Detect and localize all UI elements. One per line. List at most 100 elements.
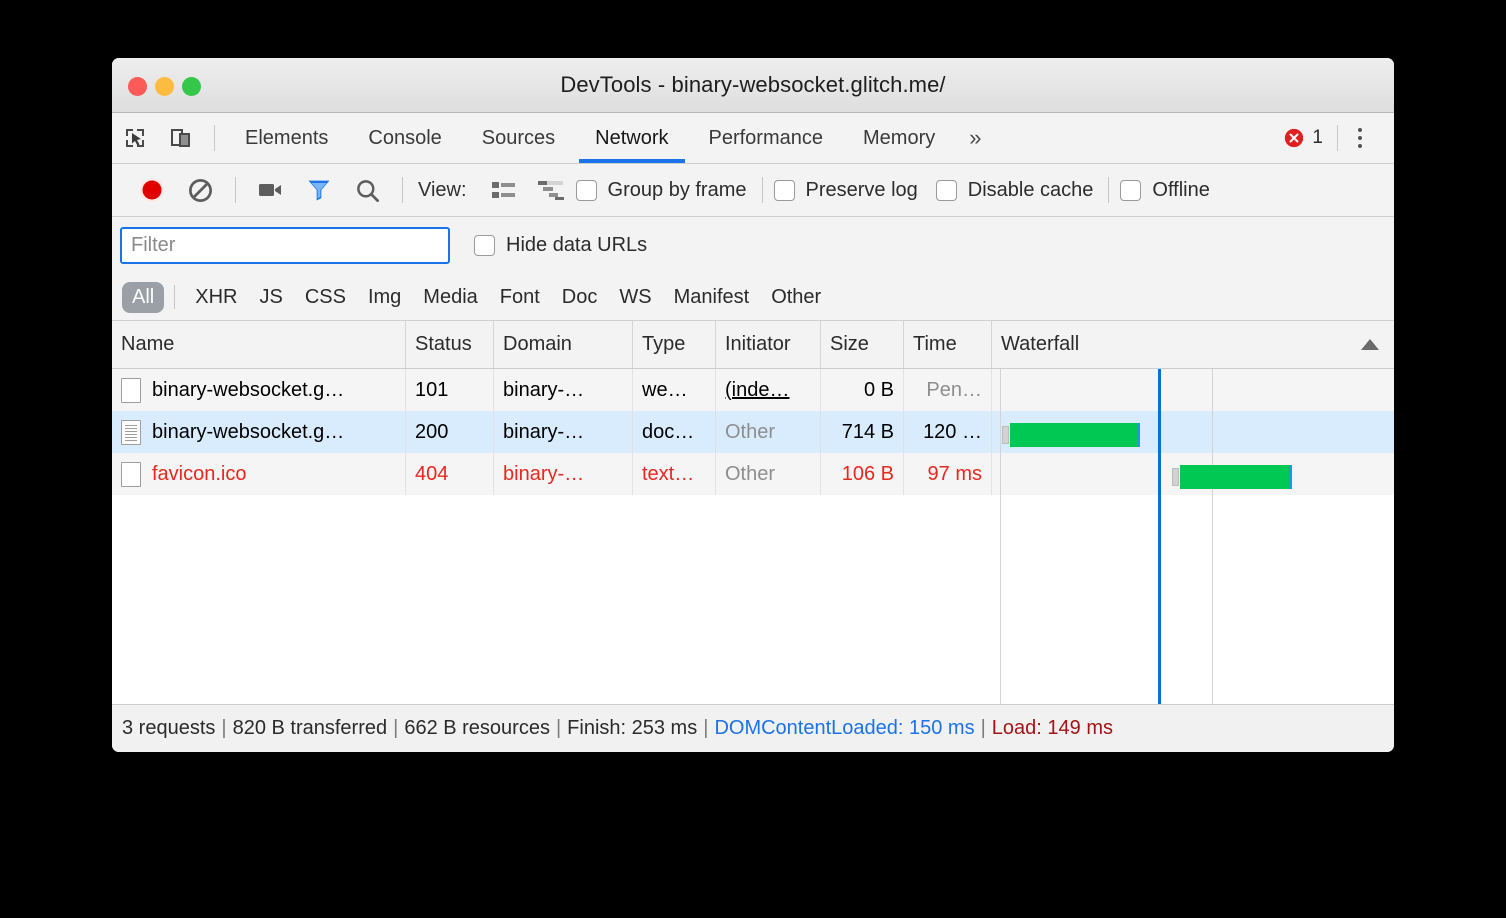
cell-name[interactable]: binary-websocket.g…	[112, 369, 406, 411]
type-filter-xhr[interactable]: XHR	[185, 282, 247, 313]
summary-resources: 662 B resources	[404, 717, 550, 740]
type-filter-font[interactable]: Font	[490, 282, 550, 313]
column-header-size[interactable]: Size	[821, 321, 904, 368]
column-header-status[interactable]: Status	[406, 321, 494, 368]
hide-data-urls-label: Hide data URLs	[506, 234, 647, 257]
column-header-domain[interactable]: Domain	[494, 321, 633, 368]
error-badge[interactable]: 1	[1283, 127, 1337, 149]
type-filter-css[interactable]: CSS	[295, 282, 356, 313]
cell-name[interactable]: binary-websocket.g…	[112, 411, 406, 453]
waterfall-view-icon[interactable]	[528, 179, 576, 201]
filter-funnel-icon[interactable]	[295, 176, 343, 204]
table-row[interactable]: favicon.ico 404 binary-… text… Other 106…	[112, 453, 1394, 495]
cell-size: 106 B	[821, 453, 904, 495]
type-filter-manifest[interactable]: Manifest	[664, 282, 760, 313]
column-header-time[interactable]: Time	[904, 321, 992, 368]
filter-bar: Hide data URLs	[112, 217, 1394, 274]
column-header-waterfall[interactable]: Waterfall	[992, 321, 1394, 368]
screenshot-camera-icon[interactable]	[247, 177, 295, 203]
cell-initiator: Other	[716, 453, 821, 495]
network-summary-bar: 3 requests | 820 B transferred | 662 B r…	[112, 704, 1394, 752]
cell-time: 120 …	[904, 411, 992, 453]
cell-initiator: Other	[716, 411, 821, 453]
hide-data-urls-checkbox-row[interactable]: Hide data URLs	[474, 234, 647, 257]
column-header-name[interactable]: Name	[112, 321, 406, 368]
cell-waterfall	[992, 369, 1394, 411]
cell-domain: binary-…	[494, 453, 633, 495]
tabbar-right-controls: 1	[1283, 113, 1394, 163]
disable-cache-checkbox-row[interactable]: Disable cache	[936, 179, 1094, 202]
search-icon[interactable]	[343, 177, 391, 204]
summary-separator: |	[387, 717, 404, 740]
device-toolbar-icon[interactable]	[158, 113, 204, 163]
summary-finish: Finish: 253 ms	[567, 717, 697, 740]
offline-checkbox-row[interactable]: Offline	[1120, 179, 1209, 202]
cell-name[interactable]: favicon.ico	[112, 453, 406, 495]
cell-size: 0 B	[821, 369, 904, 411]
tab-elements[interactable]: Elements	[225, 113, 348, 163]
summary-dom-content-loaded: DOMContentLoaded: 150 ms	[714, 717, 974, 740]
table-header-row: Name Status Domain Type Initiator Size T…	[112, 321, 1394, 369]
record-button-icon[interactable]	[128, 175, 176, 205]
toolbar-divider-2	[402, 177, 403, 203]
cell-time: Pen…	[904, 369, 992, 411]
preserve-log-checkbox[interactable]	[774, 180, 795, 201]
table-row[interactable]: binary-websocket.g… 200 binary-… doc… Ot…	[112, 411, 1394, 453]
cell-waterfall	[992, 453, 1394, 495]
toolbar-divider-4	[1108, 177, 1109, 203]
type-filter-other[interactable]: Other	[761, 282, 831, 313]
type-filter-all[interactable]: All	[122, 282, 164, 313]
document-page-icon	[121, 420, 141, 445]
table-row[interactable]: binary-websocket.g… 101 binary-… we… (in…	[112, 369, 1394, 411]
summary-separator: |	[697, 717, 714, 740]
minimize-window-button[interactable]	[155, 77, 174, 96]
column-header-initiator[interactable]: Initiator	[716, 321, 821, 368]
column-header-type[interactable]: Type	[633, 321, 716, 368]
more-tabs-chevron-icon[interactable]: »	[955, 113, 995, 163]
tab-console[interactable]: Console	[348, 113, 461, 163]
group-by-frame-label: Group by frame	[608, 179, 747, 202]
tab-memory[interactable]: Memory	[843, 113, 955, 163]
type-filter-divider	[174, 285, 175, 309]
group-by-frame-checkbox[interactable]	[576, 180, 597, 201]
cell-domain: binary-…	[494, 369, 633, 411]
clear-icon[interactable]	[176, 177, 224, 204]
cell-type: text…	[633, 453, 716, 495]
window-traffic-lights	[128, 77, 201, 96]
cell-time: 97 ms	[904, 453, 992, 495]
group-by-frame-checkbox-row[interactable]: Group by frame	[576, 179, 747, 202]
cell-type: doc…	[633, 411, 716, 453]
cell-initiator[interactable]: (inde…	[716, 369, 821, 411]
filter-input[interactable]	[120, 227, 450, 264]
disable-cache-label: Disable cache	[968, 179, 1094, 202]
cell-name-text: binary-websocket.g…	[152, 379, 344, 402]
tab-network[interactable]: Network	[575, 113, 688, 163]
preserve-log-checkbox-row[interactable]: Preserve log	[774, 179, 918, 202]
kebab-menu-icon[interactable]	[1338, 128, 1382, 148]
blank-page-icon	[121, 378, 141, 403]
list-view-icon[interactable]	[480, 179, 528, 201]
tab-performance[interactable]: Performance	[689, 113, 844, 163]
network-toolbar: View: Group by frame Pre	[112, 164, 1394, 217]
summary-requests: 3 requests	[122, 717, 215, 740]
view-label: View:	[418, 179, 467, 202]
tabbar-divider	[214, 125, 215, 151]
type-filter-js[interactable]: JS	[249, 282, 292, 313]
hide-data-urls-checkbox[interactable]	[474, 235, 495, 256]
requests-table: Name Status Domain Type Initiator Size T…	[112, 321, 1394, 704]
zoom-window-button[interactable]	[182, 77, 201, 96]
type-filter-ws[interactable]: WS	[609, 282, 661, 313]
tab-sources[interactable]: Sources	[462, 113, 575, 163]
close-window-button[interactable]	[128, 77, 147, 96]
offline-checkbox[interactable]	[1120, 180, 1141, 201]
cell-status: 101	[406, 369, 494, 411]
type-filter-media[interactable]: Media	[413, 282, 487, 313]
type-filter-img[interactable]: Img	[358, 282, 411, 313]
panel-tabs: Elements Console Sources Network Perform…	[225, 113, 995, 163]
blank-page-icon	[121, 462, 141, 487]
disable-cache-checkbox[interactable]	[936, 180, 957, 201]
cursor-select-icon[interactable]	[112, 113, 158, 163]
cell-domain: binary-…	[494, 411, 633, 453]
cell-status: 404	[406, 453, 494, 495]
type-filter-doc[interactable]: Doc	[552, 282, 608, 313]
